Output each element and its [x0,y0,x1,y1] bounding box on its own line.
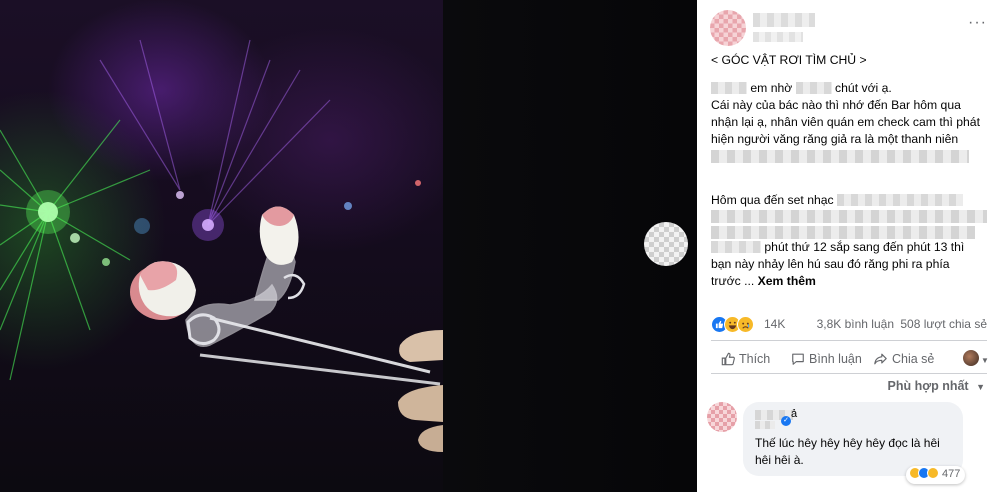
comment-text: Thế lúc hêy hêy hêy hêy đọc là hêi hêi h… [755,436,940,467]
post-line-4: hiện người văng răng giả ra là một thanh… [711,132,959,146]
reaction-count[interactable]: 14K [764,317,785,331]
comment-button[interactable]: Bình luận [791,350,862,370]
blurred-avatar-overlay [644,222,688,266]
comment-reactions[interactable]: 477 [906,466,966,484]
redacted-text [837,194,964,206]
redacted-line [711,150,969,163]
commenter-meta-redacted [755,421,775,429]
divider [711,340,987,341]
sad-icon [737,316,754,333]
post-photo[interactable] [0,0,443,492]
post-line-3: nhận lại ạ, nhân viên quán em check cam … [711,115,980,129]
post-line-1a: em nhờ [750,81,793,95]
share-count[interactable]: 508 lượt chia sẻ [900,317,987,331]
comment-as-selector[interactable]: ▼ [963,350,989,370]
redacted-line [711,210,987,223]
post-line-6b: phút thứ 12 sắp sang đến phút 13 thì [764,240,965,254]
reaction-bar: 14K 3,8K bình luận 508 lượt chia sẻ [711,315,987,335]
verified-badge-icon: ✓ [781,416,791,426]
post-line-5a: Hôm qua đến set nhạc [711,193,834,207]
photo-illustration [0,39,443,452]
like-button[interactable]: Thích [721,350,770,370]
redacted-text [795,82,832,94]
post-line-5: Hôm qua đến set nhạc [711,192,964,209]
comment-icon [792,353,804,365]
page-avatar[interactable] [710,10,746,46]
redacted-text [711,82,747,94]
post-title: < GÓC VẬT RƠI TÌM CHỦ > [711,53,867,67]
post-time-redacted[interactable] [753,32,803,42]
user-avatar [963,350,979,366]
commenter-avatar[interactable] [707,402,737,432]
comment-item: ả ✓ Thế lúc hêy hêy hêy hêy đọc là hêi h… [707,402,997,492]
post-header: ··· [697,0,999,50]
comment-count[interactable]: 3,8K bình luận [817,317,894,331]
post-line-1b: chút với ạ. [835,81,892,95]
thumbs-up-icon [721,352,735,366]
share-button[interactable]: Chia sẻ [873,350,934,370]
post-line-1: em nhờ chút với ạ. [711,80,892,97]
post-line-2: Cái này của bác nào thì nhớ đến Bar hôm … [711,98,961,112]
see-more-link[interactable]: Xem thêm [758,274,816,288]
like-label: Thích [739,352,771,366]
post-actions: Thích Bình luận Chia sẻ ▼ [711,347,989,371]
post-line-7: bạn này nhảy lên hú sau đó răng phi ra p… [711,257,950,271]
sad-icon [927,467,939,479]
comment-bubble: ả ✓ Thế lúc hêy hêy hêy hêy đọc là hêi h… [743,402,963,476]
post-line-6: phút thứ 12 sắp sang đến phút 13 thì [711,239,964,256]
photo-viewer [0,0,697,492]
post-panel: ··· < GÓC VẬT RƠI TÌM CHỦ > em nhờ chút … [697,0,999,492]
caret-down-icon: ▼ [976,382,985,392]
more-options-icon[interactable]: ··· [968,15,987,31]
caret-down-icon: ▼ [981,356,989,365]
post-line-8: trước ... Xem thêm [711,273,816,290]
page-name-redacted[interactable] [753,13,815,27]
share-icon [874,353,887,365]
comment-reaction-count: 477 [942,468,961,480]
commenter-name-tail: ả [791,408,798,420]
divider [711,373,987,374]
comment-label: Bình luận [809,352,862,366]
reaction-icons[interactable] [711,316,757,334]
sort-label: Phù hợp nhất [887,379,969,393]
redacted-text [711,241,761,253]
post-line-8a: trước ... [711,274,755,288]
comment-sort-dropdown[interactable]: Phù hợp nhất ▼ [887,379,985,393]
redacted-line [711,226,975,239]
share-label: Chia sẻ [892,352,935,366]
